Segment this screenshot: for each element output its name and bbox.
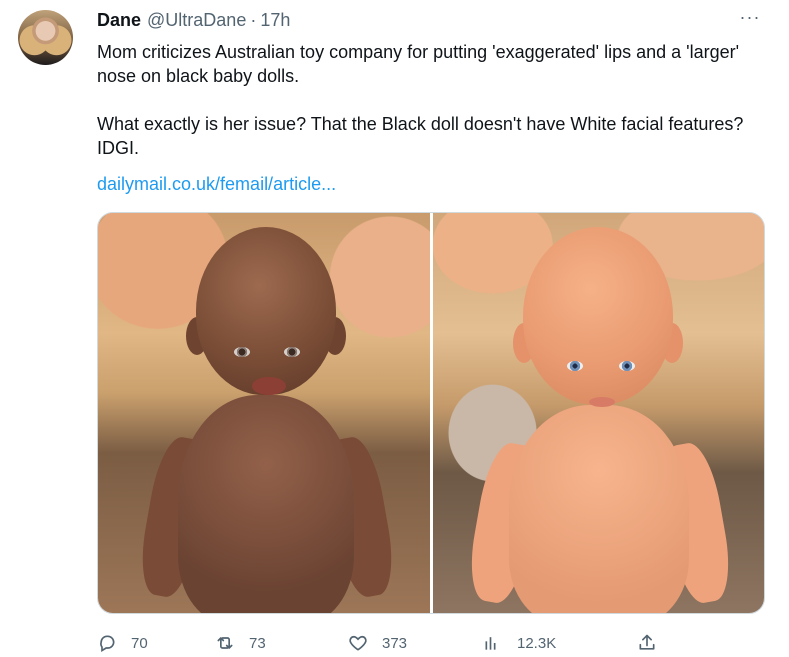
reply-icon <box>100 635 115 652</box>
avatar[interactable] <box>18 10 73 65</box>
photo-black-doll[interactable] <box>98 213 430 613</box>
tweet-paragraph: Mom criticizes Australian toy company fo… <box>97 42 740 86</box>
like-count: 373 <box>382 634 408 652</box>
doll-head <box>522 227 673 405</box>
views-button[interactable]: 12.3K <box>483 630 556 656</box>
doll-mouth <box>252 377 286 395</box>
doll-body <box>178 395 354 613</box>
separator-dot: · <box>250 10 257 30</box>
analytics-icon <box>485 637 496 650</box>
views-count: 12.3K <box>517 634 557 652</box>
action-bar: 70 73 373 12.3K <box>97 630 657 656</box>
doll-figure <box>134 227 400 613</box>
doll-mouth <box>588 397 615 407</box>
retweet-button[interactable]: 73 <box>215 630 266 656</box>
share-button[interactable] <box>637 630 657 656</box>
doll-eye <box>284 347 300 357</box>
doll-eye <box>234 347 250 357</box>
media-grid <box>97 212 765 614</box>
heart-icon <box>349 635 367 651</box>
photo-white-doll[interactable] <box>432 213 764 613</box>
doll-head <box>196 227 336 395</box>
tweet-header: Dane @UltraDane · 17h <box>97 10 290 32</box>
doll-figure <box>463 227 736 613</box>
like-button[interactable]: 373 <box>348 630 407 656</box>
article-link[interactable]: dailymail.co.uk/femail/article... <box>97 172 336 196</box>
tweet-paragraph: What exactly is her issue? That the Blac… <box>97 114 744 158</box>
timestamp[interactable]: 17h <box>260 10 290 31</box>
tweet-text: Mom criticizes Australian toy company fo… <box>97 40 777 160</box>
doll-body <box>508 405 689 613</box>
retweet-count: 73 <box>249 634 266 652</box>
retweet-icon <box>217 637 233 649</box>
tweet[interactable]: Dane @UltraDane · 17h ··· Mom criticizes… <box>0 0 789 657</box>
doll-eye <box>566 361 583 371</box>
share-icon <box>639 634 655 650</box>
more-icon[interactable]: ··· <box>737 6 763 32</box>
reply-count: 70 <box>131 634 148 652</box>
doll-eye <box>618 361 635 371</box>
author-name[interactable]: Dane <box>97 10 141 31</box>
reply-button[interactable]: 70 <box>97 630 148 656</box>
author-handle[interactable]: @UltraDane <box>147 10 246 31</box>
